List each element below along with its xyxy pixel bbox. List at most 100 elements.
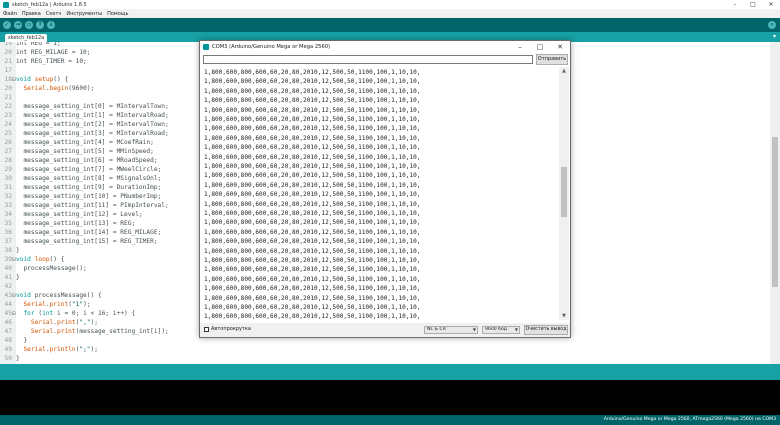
code-text: } bbox=[16, 337, 28, 344]
scroll-up-icon[interactable]: ▲ bbox=[559, 67, 569, 75]
baud-rate-value: 9600 бод bbox=[485, 327, 507, 332]
menu-help[interactable]: Помощь bbox=[107, 11, 128, 17]
minimize-icon[interactable]: – bbox=[726, 0, 744, 9]
arduino-logo-icon bbox=[3, 1, 9, 8]
line-number: 24 bbox=[4, 121, 12, 128]
line-number: 44 bbox=[4, 301, 12, 308]
serial-output-line: 1,800,600,800,600,60,20,80,2010,12,500,5… bbox=[204, 153, 421, 161]
ide-statusbar: Arduino/Genuino Mega or Mega 2560, ATmeg… bbox=[0, 415, 780, 425]
serial-monitor-icon[interactable]: ⌕ bbox=[768, 21, 776, 29]
serial-output-line: 1,800,600,800,600,60,20,80,2010,12,500,5… bbox=[204, 134, 421, 142]
serial-output-line: 1,800,600,800,600,60,20,80,2010,12,500,5… bbox=[204, 228, 421, 236]
tab-menu-icon[interactable]: ▾ bbox=[773, 33, 776, 40]
serial-output-line: 1,800,600,800,600,60,20,80,2010,12,500,5… bbox=[204, 116, 421, 123]
code-text: for (int i = 0; i < 16; i++) { bbox=[23, 310, 136, 317]
upload-icon[interactable]: → bbox=[14, 21, 22, 29]
serial-output-line: 1,800,600,800,600,60,20,80,2010,12,500,5… bbox=[204, 313, 421, 320]
serial-output[interactable]: 1,800,600,800,600,60,20,80,2010,12,500,5… bbox=[203, 67, 558, 320]
line-ending-select[interactable]: NL & CR ▼ bbox=[424, 326, 478, 334]
code-line: 20 Serial.begin(9600); bbox=[0, 84, 200, 93]
send-button[interactable]: Отправить bbox=[536, 54, 568, 65]
minimize-icon[interactable]: – bbox=[510, 41, 530, 53]
line-number: 43 bbox=[4, 292, 12, 299]
console-output bbox=[0, 380, 780, 415]
code-text: message_setting_int[13] = REG; bbox=[16, 220, 136, 227]
baud-rate-select[interactable]: 9600 бод ▼ bbox=[482, 326, 520, 334]
code-text: } bbox=[16, 247, 20, 254]
serial-send-input[interactable] bbox=[203, 55, 533, 64]
serial-output-line: 1,800,600,800,600,60,20,80,2010,12,500,5… bbox=[204, 87, 421, 95]
code-text: Serial.println(";"); bbox=[23, 346, 98, 353]
code-line: 21 int REG_TIMER = 10; bbox=[0, 57, 200, 66]
save-sketch-icon[interactable]: ↓ bbox=[47, 21, 55, 29]
code-line: 27 message_setting_int[5] = MMinSpeed; bbox=[0, 147, 200, 156]
serial-bottom-bar: Автопрокрутка NL & CR ▼ 9600 бод ▼ Очист… bbox=[200, 323, 570, 337]
code-text: Serial.print(message_setting_int[i]); bbox=[30, 328, 169, 335]
line-number: 41 bbox=[4, 274, 12, 281]
serial-output-line: 1,800,600,800,600,60,20,80,2010,12,500,5… bbox=[204, 125, 421, 133]
serial-output-line: 1,800,600,800,600,60,20,80,2010,12,500,5… bbox=[204, 210, 421, 217]
code-text: Serial.print("1"); bbox=[23, 301, 91, 308]
ide-window-controls: – □ ✕ bbox=[726, 0, 780, 9]
code-text: message_setting_int[14] = REG_MILAGE; bbox=[16, 229, 162, 236]
line-number: 20 bbox=[4, 49, 12, 56]
code-line: 20 int REG_MILAGE = 10; bbox=[0, 48, 200, 57]
line-ending-value: NL & CR bbox=[427, 327, 446, 332]
code-line: 42 bbox=[0, 282, 200, 291]
autoscroll-label: Автопрокрутка bbox=[211, 326, 251, 332]
code-text: message_setting_int[10] = PNumberImp; bbox=[16, 193, 162, 200]
maximize-icon[interactable]: □ bbox=[530, 41, 550, 53]
serial-output-line: 1,800,600,800,600,60,20,80,2010,12,500,5… bbox=[204, 181, 421, 189]
code-text: message_setting_int[9] = DurationImp; bbox=[16, 184, 162, 191]
code-text: message_setting_int[0] = MIntervalTown; bbox=[16, 103, 169, 110]
code-line: 47 Serial.print(message_setting_int[i]); bbox=[0, 327, 200, 336]
code-line: 39⊟void loop() { bbox=[0, 255, 200, 264]
close-icon[interactable]: ✕ bbox=[550, 41, 570, 53]
open-sketch-icon[interactable]: ↑ bbox=[36, 21, 44, 29]
menu-edit[interactable]: Правка bbox=[22, 11, 41, 17]
close-icon[interactable]: ✕ bbox=[762, 0, 780, 9]
line-number: 37 bbox=[4, 238, 12, 245]
code-line: 49 Serial.println(";"); bbox=[0, 345, 200, 354]
line-number: 48 bbox=[4, 337, 12, 344]
clear-output-button[interactable]: Очистить вывод bbox=[524, 325, 568, 335]
verify-icon[interactable]: ✓ bbox=[3, 21, 11, 29]
code-line: 24 message_setting_int[2] = MIntervalTow… bbox=[0, 120, 200, 129]
code-text: message_setting_int[2] = MIntervalTown; bbox=[16, 121, 169, 128]
line-number: 36 bbox=[4, 229, 12, 236]
serial-scrollbar[interactable]: ▲ ▼ bbox=[559, 67, 569, 320]
serial-output-line: 1,800,600,800,600,60,20,80,2010,12,500,5… bbox=[204, 285, 421, 293]
code-text: void loop() { bbox=[16, 256, 65, 263]
code-line: 23 message_setting_int[1] = MIntervalRoa… bbox=[0, 111, 200, 120]
line-number: 35 bbox=[4, 220, 12, 227]
line-number: 47 bbox=[4, 328, 12, 335]
code-line: 32 message_setting_int[10] = PNumberImp; bbox=[0, 192, 200, 201]
menu-file[interactable]: Файл bbox=[3, 11, 17, 17]
editor-scrollbar[interactable] bbox=[770, 42, 780, 364]
code-line: 43⊟void processMessage() { bbox=[0, 291, 200, 300]
serial-titlebar: COM3 (Arduino/Genuino Mega or Mega 2560)… bbox=[200, 41, 570, 53]
code-text: message_setting_int[1] = MIntervalRoad; bbox=[16, 112, 169, 119]
code-text: } bbox=[16, 274, 20, 281]
code-line: 33 message_setting_int[11] = PImpInterva… bbox=[0, 201, 200, 210]
menu-sketch[interactable]: Скетч bbox=[46, 11, 61, 17]
scroll-down-icon[interactable]: ▼ bbox=[559, 312, 569, 320]
code-text: int REG = 1; bbox=[16, 42, 61, 47]
code-text: message_setting_int[4] = MCoefRain; bbox=[16, 139, 154, 146]
autoscroll-checkbox[interactable] bbox=[204, 327, 209, 332]
new-sketch-icon[interactable]: ▫ bbox=[25, 21, 33, 29]
serial-scroll-thumb[interactable] bbox=[561, 167, 567, 217]
maximize-icon[interactable]: □ bbox=[744, 0, 762, 9]
chevron-down-icon: ▼ bbox=[514, 327, 518, 332]
line-number: 28 bbox=[4, 157, 12, 164]
tab-sketch[interactable]: sketch_feb12a bbox=[5, 34, 48, 42]
menu-tools[interactable]: Инструменты bbox=[66, 11, 102, 17]
line-number: 40 bbox=[4, 265, 12, 272]
code-text: message_setting_int[15] = REG_TIMER; bbox=[16, 238, 158, 245]
code-text: void processMessage() { bbox=[16, 292, 102, 299]
line-number: 20 bbox=[4, 85, 12, 92]
editor-scroll-thumb[interactable] bbox=[772, 137, 778, 287]
line-number: 39 bbox=[4, 256, 12, 263]
code-line: 21 bbox=[0, 93, 200, 102]
line-number: 45 bbox=[4, 310, 12, 317]
